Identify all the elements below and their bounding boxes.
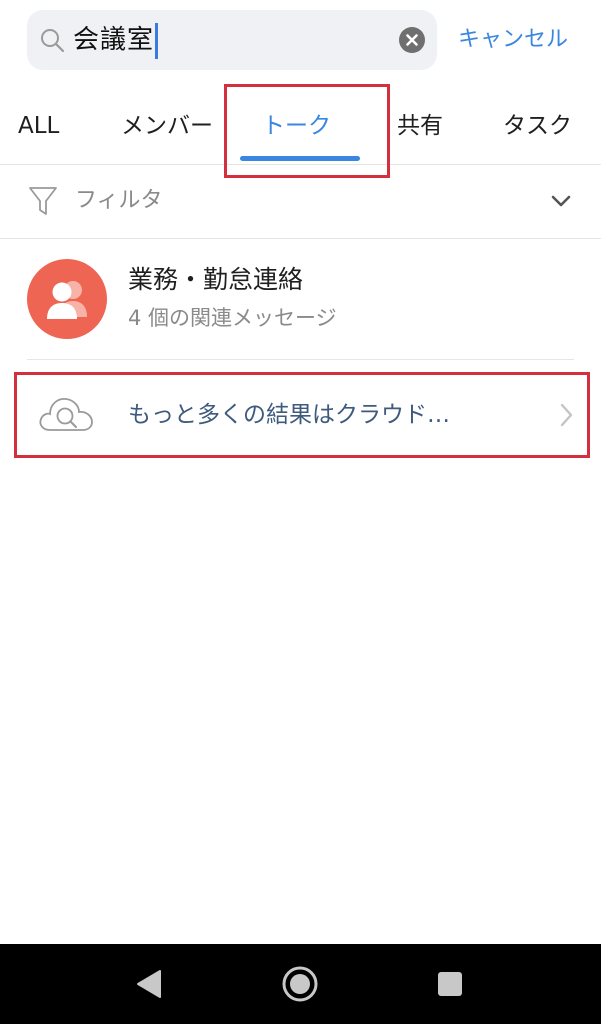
- result-title: 業務・勤怠連絡: [128, 265, 304, 294]
- tab-members[interactable]: メンバー: [121, 106, 213, 146]
- filter-row[interactable]: フィルタ: [0, 164, 601, 239]
- group-avatar-icon: [47, 281, 87, 319]
- tab-shared[interactable]: 共有: [397, 106, 443, 146]
- result-subtitle: 4 個の関連メッセージ: [128, 306, 337, 330]
- back-icon[interactable]: [134, 968, 164, 1000]
- filter-icon: [29, 187, 57, 215]
- filter-label: フィルタ: [75, 188, 163, 213]
- tab-all[interactable]: ALL: [18, 106, 59, 146]
- clear-icon[interactable]: [399, 27, 425, 53]
- search-input[interactable]: 会議室: [73, 20, 159, 60]
- cancel-button[interactable]: キャンセル: [458, 18, 568, 62]
- cloud-search-highlight-box: [14, 372, 590, 458]
- list-item[interactable]: 業務・勤怠連絡 4 個の関連メッセージ: [0, 239, 601, 359]
- divider: [27, 359, 574, 360]
- search-query: 会議室: [73, 25, 155, 55]
- search-icon: [41, 29, 65, 53]
- recents-icon[interactable]: [437, 971, 463, 997]
- avatar: [27, 259, 107, 339]
- home-icon[interactable]: [281, 965, 319, 1003]
- system-nav-bar: [0, 944, 601, 1024]
- chevron-down-icon[interactable]: [549, 189, 573, 213]
- tab-tasks[interactable]: タスク: [503, 106, 572, 146]
- search-bar[interactable]: 会議室: [27, 10, 437, 70]
- text-caret: [155, 22, 159, 59]
